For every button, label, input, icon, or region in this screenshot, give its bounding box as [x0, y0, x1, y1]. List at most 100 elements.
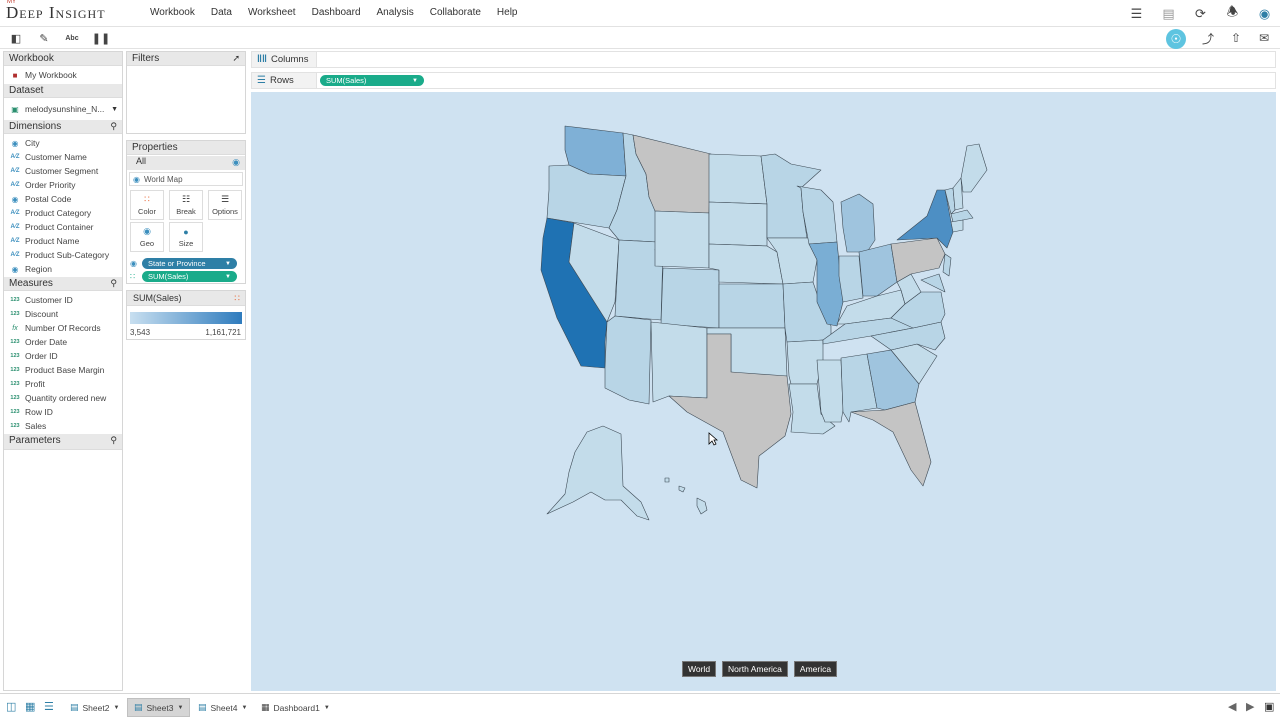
state-nebraska[interactable]: [708, 243, 784, 285]
search-icon[interactable]: ⚲: [110, 435, 117, 446]
menu-data[interactable]: Data: [211, 7, 232, 18]
measures-field-product-base-margin[interactable]: 123 Product Base Margin: [4, 363, 122, 377]
state-arizona[interactable]: [604, 315, 652, 405]
measures-field-sales[interactable]: 123 Sales: [4, 419, 122, 433]
pause-icon[interactable]: ❚❚: [91, 29, 111, 47]
dimensions-field-customer-segment[interactable]: A⁄Z Customer Segment: [4, 164, 122, 178]
measure-pill[interactable]: SUM(Sales) ▼: [142, 271, 237, 282]
measures-field-row-id[interactable]: 123 Row ID: [4, 405, 122, 419]
columns-shelf[interactable]: ‖‖ Columns: [251, 51, 1276, 68]
chevron-down-icon[interactable]: ▼: [324, 705, 330, 711]
dimensions-field-order-priority[interactable]: A⁄Z Order Priority: [4, 178, 122, 192]
fullscreen-icon[interactable]: ▣: [1264, 700, 1274, 713]
dimensions-field-product-sub-category[interactable]: A⁄Z Product Sub-Category: [4, 248, 122, 262]
upload-icon[interactable]: ⇧: [1226, 29, 1246, 47]
measures-field-quantity-ordered-new[interactable]: 123 Quantity ordered new: [4, 391, 122, 405]
state-new-jersey[interactable]: [942, 253, 952, 277]
state-hawaii[interactable]: [696, 497, 708, 515]
chevron-down-icon[interactable]: ▼: [412, 78, 418, 84]
dimensions-field-product-name[interactable]: A⁄Z Product Name: [4, 234, 122, 248]
state-alaska[interactable]: [546, 425, 650, 521]
tab-sheet2[interactable]: ▤ Sheet2 ▼: [64, 698, 125, 717]
state-hawaii-kauai[interactable]: [664, 477, 670, 483]
map-canvas[interactable]: World North America America: [251, 92, 1276, 691]
size-button[interactable]: ● Size: [169, 222, 203, 252]
properties-all[interactable]: All ◉: [127, 156, 245, 170]
zoom-north-america-button[interactable]: North America: [722, 661, 788, 677]
geo-pill[interactable]: State or Province ▼: [142, 258, 237, 269]
zoom-america-button[interactable]: America: [793, 661, 838, 677]
us-state-map[interactable]: [251, 92, 1276, 691]
measures-field-customer-id[interactable]: 123 Customer ID: [4, 293, 122, 307]
chevron-down-icon[interactable]: ▼: [225, 274, 231, 280]
search-icon[interactable]: ⚲: [110, 278, 117, 289]
text-format-icon[interactable]: Abc: [62, 29, 82, 47]
share-icon[interactable]: ⤴: [1198, 29, 1218, 47]
menu-analysis[interactable]: Analysis: [377, 7, 414, 18]
sheet-list-icon[interactable]: ☰: [44, 700, 54, 713]
color-button[interactable]: ∷ Color: [130, 190, 164, 220]
options-button[interactable]: ☰ Options: [208, 190, 242, 220]
rows-pill[interactable]: SUM(Sales) ▼: [320, 75, 424, 86]
menu-help[interactable]: Help: [497, 7, 518, 18]
measures-field-order-id[interactable]: 123 Order ID: [4, 349, 122, 363]
state-new-mexico[interactable]: [650, 321, 708, 403]
geo-button[interactable]: ◉ Geo: [130, 222, 164, 252]
state-wyoming[interactable]: [654, 210, 710, 269]
rows-shelf[interactable]: ☰ Rows SUM(Sales) ▼: [251, 72, 1276, 89]
search-icon[interactable]: ⚲: [110, 121, 117, 132]
dataset-select[interactable]: ▣ melodysunshine_N... ▼: [4, 98, 122, 120]
state-colorado[interactable]: [660, 267, 720, 329]
dimensions-field-postal-code[interactable]: ◉ Postal Code: [4, 192, 122, 206]
state-connecticut[interactable]: [950, 219, 964, 233]
measures-field-discount[interactable]: 123 Discount: [4, 307, 122, 321]
menu-workbook[interactable]: Workbook: [150, 7, 195, 18]
state-hawaii-oahu[interactable]: [678, 485, 686, 493]
state-florida[interactable]: [850, 401, 932, 487]
mail-icon[interactable]: ✉: [1254, 29, 1274, 47]
state-maryland[interactable]: [920, 273, 946, 293]
filters-panel[interactable]: Filters ➚: [126, 51, 246, 134]
prev-sheet-icon[interactable]: ◀: [1228, 700, 1236, 713]
edit-icon[interactable]: ✎: [34, 29, 54, 47]
break-button[interactable]: ☷ Break: [169, 190, 203, 220]
new-sheet-icon[interactable]: ◧: [6, 29, 26, 47]
measures-field-order-date[interactable]: 123 Order Date: [4, 335, 122, 349]
state-kansas[interactable]: [718, 283, 786, 329]
dimensions-field-product-category[interactable]: A⁄Z Product Category: [4, 206, 122, 220]
state-ohio[interactable]: [858, 243, 898, 297]
workbook-item[interactable]: ■ My Workbook: [4, 66, 122, 84]
new-dashboard-icon[interactable]: ▦: [25, 700, 35, 713]
measures-field-profit[interactable]: 123 Profit: [4, 377, 122, 391]
user-avatar-icon[interactable]: ◉: [1255, 4, 1274, 23]
pin-icon[interactable]: ➚: [232, 53, 240, 64]
dimensions-field-city[interactable]: ◉ City: [4, 136, 122, 150]
sync-icon[interactable]: ⟳: [1191, 4, 1210, 23]
map-type-select[interactable]: ◉ World Map: [129, 172, 243, 186]
dimensions-field-product-container[interactable]: A⁄Z Product Container: [4, 220, 122, 234]
zoom-world-button[interactable]: World: [682, 661, 717, 677]
state-indiana[interactable]: [838, 255, 864, 303]
chevron-down-icon[interactable]: ▼: [225, 261, 231, 267]
chevron-down-icon[interactable]: ▼: [113, 705, 119, 711]
tab-sheet3[interactable]: ▤ Sheet3 ▼: [127, 698, 191, 717]
state-north-dakota[interactable]: [708, 153, 768, 205]
state-michigan[interactable]: [840, 193, 876, 253]
menu-collaborate[interactable]: Collaborate: [430, 7, 481, 18]
chevron-down-icon[interactable]: ▼: [177, 705, 183, 711]
bell-icon[interactable]: 🕭: [1223, 4, 1242, 23]
chevron-down-icon[interactable]: ▼: [241, 705, 247, 711]
dimensions-field-customer-name[interactable]: A⁄Z Customer Name: [4, 150, 122, 164]
menu-worksheet[interactable]: Worksheet: [248, 7, 296, 18]
tab-sheet4[interactable]: ▤ Sheet4 ▼: [192, 698, 253, 717]
report-icon[interactable]: ▤: [1159, 4, 1178, 23]
state-maine[interactable]: [960, 143, 988, 193]
menu-dashboard[interactable]: Dashboard: [312, 7, 361, 18]
tab-dashboard1[interactable]: ▦ Dashboard1 ▼: [255, 698, 336, 717]
dimensions-field-region[interactable]: ◉ Region: [4, 262, 122, 276]
next-sheet-icon[interactable]: ▶: [1246, 700, 1254, 713]
database-icon[interactable]: ☰: [1127, 4, 1146, 23]
measures-field-number-of-records[interactable]: fx Number Of Records: [4, 321, 122, 335]
new-worksheet-icon[interactable]: ◫: [6, 700, 16, 713]
state-south-dakota[interactable]: [708, 201, 768, 247]
